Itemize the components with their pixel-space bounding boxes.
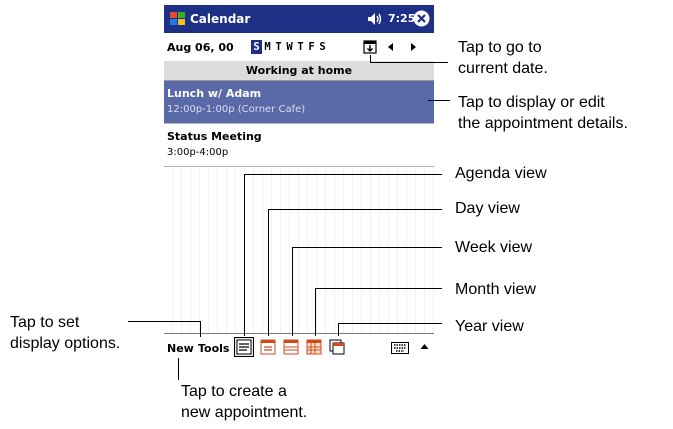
keyboard-icon[interactable] — [391, 342, 409, 354]
callout-current-date-line1: Tap to go to — [458, 39, 542, 56]
agenda-empty-area — [164, 167, 434, 333]
callout-new-line1: Tap to create a — [181, 383, 287, 400]
current-date-selector[interactable]: Aug 06, 00 — [167, 41, 234, 54]
appointment-item[interactable]: Status Meeting 3:00p-4:00p — [164, 124, 434, 167]
callout-line-agenda — [244, 174, 245, 336]
callout-line-appointment — [428, 100, 450, 101]
callout-month-view: Month view — [455, 281, 536, 298]
callout-current-date-line2: current date. — [458, 60, 548, 77]
weekday-thursday[interactable]: T — [295, 40, 306, 54]
next-arrow-icon[interactable] — [408, 42, 418, 52]
command-bar: New Tools — [164, 333, 434, 361]
week-view-icon[interactable] — [282, 338, 300, 356]
appointment-time: 12:00p-1:00p (Corner Cafe) — [167, 104, 306, 115]
callout-new-appointment: Tap to create a new appointment. — [181, 381, 307, 423]
weekday-friday[interactable]: F — [306, 40, 317, 54]
year-view-icon[interactable] — [328, 338, 346, 356]
callout-appointment: Tap to display or edit the appointment d… — [458, 92, 628, 134]
appointment-title: Lunch w/ Adam — [167, 87, 262, 100]
weekday-saturday[interactable]: S — [317, 40, 328, 54]
callout-line-current-date — [370, 62, 448, 63]
callout-line-month — [315, 288, 316, 336]
callout-new-line2: new appointment. — [181, 404, 308, 421]
callout-line-options — [200, 321, 201, 337]
previous-arrow-icon[interactable] — [386, 42, 396, 52]
tools-menu[interactable]: Tools — [198, 342, 229, 355]
callout-current-date: Tap to go to current date. — [458, 37, 548, 79]
appointment-time: 3:00p-4:00p — [167, 147, 229, 158]
input-panel-arrow-icon[interactable] — [420, 343, 429, 350]
date-navigation-bar: Aug 06, 00 S M T W T F S — [164, 33, 434, 62]
new-menu[interactable]: New — [167, 342, 194, 355]
callout-options-line2: display options. — [10, 335, 121, 352]
callout-line-week — [292, 247, 293, 336]
callout-line-new — [178, 358, 179, 380]
callout-week-view: Week view — [455, 239, 533, 256]
weekday-sunday[interactable]: S — [251, 40, 262, 54]
weekday-strip: S M T W T F S — [251, 40, 328, 54]
agenda-view-icon[interactable] — [234, 337, 254, 357]
callout-display-options: Tap to set display options. — [10, 312, 120, 354]
month-view-icon[interactable] — [305, 338, 323, 356]
callout-year-view: Year view — [455, 318, 524, 335]
callout-agenda-view: Agenda view — [455, 165, 547, 182]
callout-line-agenda — [244, 174, 442, 175]
speaker-icon[interactable] — [367, 12, 383, 26]
appointment-title: Status Meeting — [167, 130, 262, 143]
windows-flag-icon[interactable] — [169, 10, 187, 28]
pocket-pc-screen: Calendar 7:25 Aug 06, 00 S M T W T F S W… — [164, 5, 434, 361]
weekday-wednesday[interactable]: W — [284, 40, 295, 54]
callout-options-line1: Tap to set — [10, 314, 80, 331]
callout-line-year — [338, 323, 339, 336]
weekday-tuesday[interactable]: T — [273, 40, 284, 54]
callout-appointment-line2: the appointment details. — [458, 115, 628, 132]
go-to-today-icon[interactable] — [363, 39, 377, 54]
clock[interactable]: 7:25 — [388, 12, 415, 25]
callout-line-day — [268, 209, 269, 336]
callout-line-week — [292, 247, 442, 248]
callout-day-view: Day view — [455, 200, 520, 217]
appointment-item[interactable]: Lunch w/ Adam 12:00p-1:00p (Corner Cafe) — [164, 81, 434, 124]
weekday-monday[interactable]: M — [262, 40, 273, 54]
callout-line-year — [338, 323, 442, 324]
day-view-icon[interactable] — [259, 338, 277, 356]
close-icon[interactable] — [413, 10, 430, 27]
callout-line-day — [268, 209, 442, 210]
callout-line-month — [315, 288, 442, 289]
all-day-event-banner[interactable]: Working at home — [164, 61, 434, 81]
app-title: Calendar — [190, 12, 251, 26]
callout-appointment-line1: Tap to display or edit — [458, 94, 605, 111]
callout-line-options — [128, 321, 201, 322]
title-bar: Calendar 7:25 — [164, 5, 434, 33]
